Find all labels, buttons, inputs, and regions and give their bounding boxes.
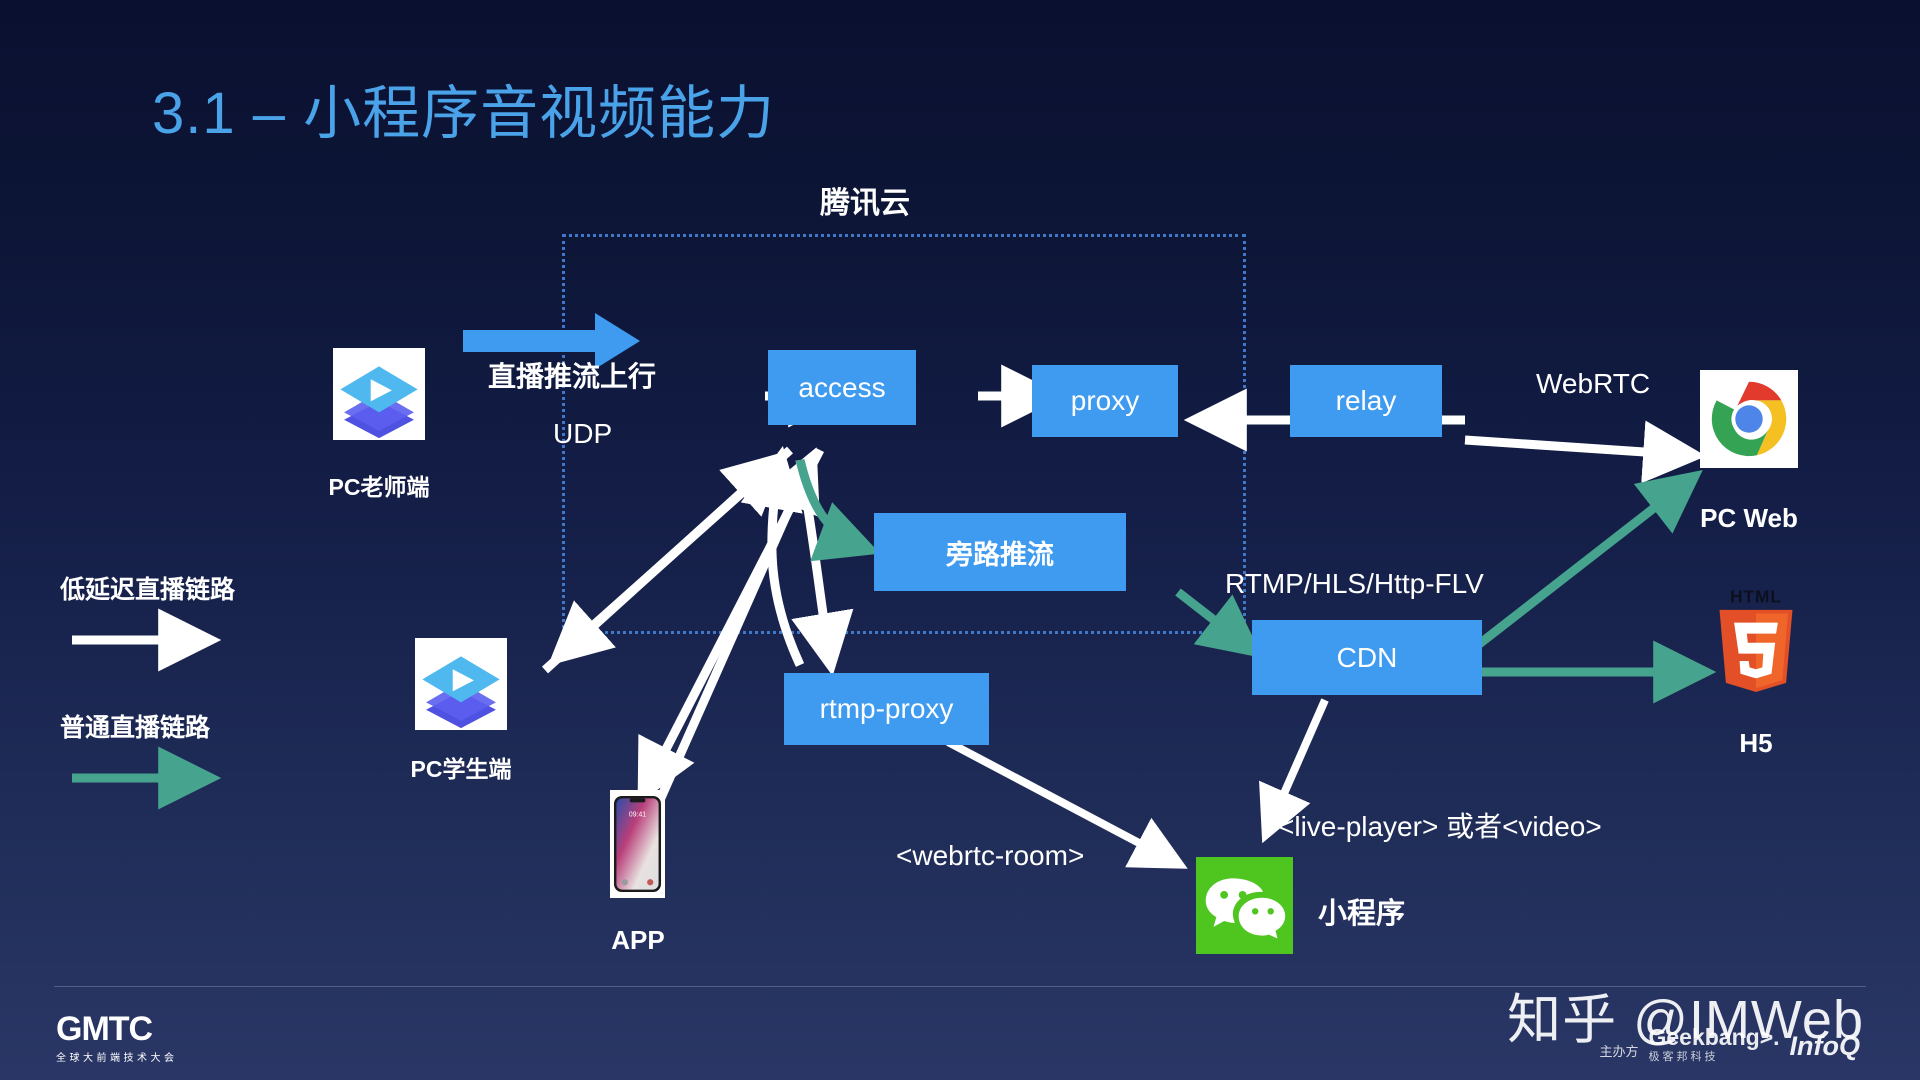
gmtc-wordmark: GMTC (56, 1010, 153, 1048)
svg-text:HTML: HTML (1730, 588, 1782, 607)
app-label: APP (611, 925, 665, 955)
app-icon-tile[interactable]: 09:41 (610, 790, 665, 898)
geekbang-subtitle: 极客邦科技 (1648, 1051, 1719, 1063)
tencent-cloud-label: 腾讯云 (820, 187, 910, 220)
node-relay[interactable]: relay (1290, 365, 1442, 437)
gmtc-logo: GMTC 全球大前端技术大会 (56, 1012, 178, 1064)
pc-web-icon-tile[interactable] (1700, 370, 1798, 468)
edge-label-udp: UDP (553, 418, 613, 449)
node-access[interactable]: access (768, 350, 916, 425)
infoq-logo: InfoQ (1789, 1031, 1860, 1061)
legend-normal-label: 普通直播链路 (60, 714, 211, 742)
edge-label-webrtc: WebRTC (1536, 368, 1651, 399)
node-rtmp-proxy[interactable]: rtmp-proxy (784, 673, 989, 745)
education-play-icon (340, 366, 418, 439)
iphone-icon: 09:41 (613, 795, 662, 893)
edge-label-live-player: <live-player> 或者<video> (1278, 811, 1602, 842)
pc-teacher-label: PC老师端 (328, 474, 430, 500)
h5-label: H5 (1739, 728, 1773, 758)
html5-icon: HTML (1719, 587, 1793, 692)
geekbang-logo: Geekbang>. 极客邦科技 (1648, 1026, 1779, 1064)
pc-student-label: PC学生端 (410, 756, 512, 782)
arrow-cdn-pcweb (1475, 470, 1703, 649)
edge-label-webrtc-room: <webrtc-room> (896, 840, 1085, 871)
h5-icon-tile[interactable]: HTML (1710, 587, 1802, 692)
organizer-block: 主办方 Geekbang>. 极客邦科技 InfoQ (1599, 1026, 1860, 1064)
pc-teacher-icon-tile[interactable] (333, 348, 425, 440)
pc-web-label: PC Web (1700, 503, 1798, 533)
organizer-tag: 主办方 (1599, 1044, 1639, 1059)
chrome-icon (1711, 381, 1787, 457)
legend-low-latency-label: 低延迟直播链路 (60, 576, 236, 604)
node-bypass-stream[interactable]: 旁路推流 (874, 513, 1126, 591)
node-proxy[interactable]: proxy (1032, 365, 1178, 437)
wechat-icon (1205, 878, 1286, 939)
miniprogram-label: 小程序 (1318, 898, 1406, 930)
page-title: 3.1 – 小程序音视频能力 (152, 81, 776, 146)
edge-label-rtmp-hls-flv: RTMP/HLS/Http-FLV (1225, 568, 1484, 599)
edge-label-push-upstream: 直播推流上行 (488, 361, 657, 392)
svg-text:09:41: 09:41 (629, 812, 646, 819)
education-play-icon (422, 656, 500, 729)
miniprogram-icon-tile[interactable] (1196, 857, 1293, 954)
gmtc-subtitle: 全球大前端技术大会 (56, 1053, 178, 1064)
node-cdn[interactable]: CDN (1252, 620, 1482, 695)
arrow-relay-pcweb (1464, 420, 1707, 484)
pc-student-icon-tile[interactable] (415, 638, 507, 730)
geekbang-wordmark: Geekbang>. (1648, 1024, 1780, 1050)
